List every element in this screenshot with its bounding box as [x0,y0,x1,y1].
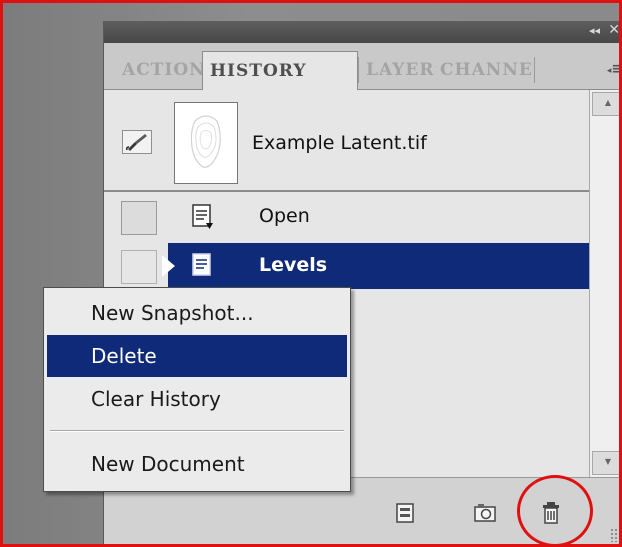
history-state-label: Levels [259,254,328,276]
scroll-up-arrow-icon[interactable]: ▲ [592,92,622,116]
tab-history[interactable]: HISTORY [202,51,358,90]
tab-separator [534,57,535,83]
collapse-panel-icon[interactable]: ◂◂ [589,24,600,37]
snapshot-name: Example Latent.tif [252,132,427,154]
panel-menu-icon[interactable]: ◂≡ [604,62,622,77]
panel-titlebar: ◂◂ ✕ [104,21,622,43]
tab-layers[interactable]: LAYERS [366,51,436,89]
history-state-slider-icon[interactable] [162,255,175,277]
camera-snapshot-icon[interactable] [472,500,498,526]
snapshot-row[interactable]: Example Latent.tif [104,90,590,192]
context-menu: New Snapshot... Delete Clear History New… [43,287,351,492]
tab-channels[interactable]: CHANNELS [440,51,532,89]
menu-item-new-document[interactable]: New Document [47,443,347,485]
document-icon [192,253,214,279]
trash-icon[interactable] [538,500,564,526]
menu-separator [50,430,344,432]
history-source-checkbox[interactable] [121,201,157,235]
snapshot-thumbnail [174,102,238,184]
vertical-scrollbar[interactable]: ▲ ▼ [589,90,622,477]
selected-state-highlight [168,243,590,289]
menu-item-clear-history[interactable]: Clear History [47,378,347,420]
brush-icon[interactable] [122,130,152,154]
history-state-levels[interactable]: Levels [104,243,590,289]
scroll-down-arrow-icon[interactable]: ▼ [592,451,622,475]
history-state-label: Open [259,205,310,227]
history-source-checkbox[interactable] [121,250,157,284]
close-icon[interactable]: ✕ [608,22,620,38]
menu-item-new-snapshot[interactable]: New Snapshot... [47,292,347,334]
tab-separator [358,57,359,83]
document-icon [192,204,214,230]
tab-actions[interactable]: ACTIONS [122,51,202,89]
menu-item-delete[interactable]: Delete [47,335,347,377]
resize-grip[interactable] [610,528,622,542]
history-state-open[interactable]: Open [104,194,590,240]
new-document-from-state-icon[interactable] [392,500,418,526]
panel-tabbar: ACTIONS HISTORY LAYERS CHANNELS ◂≡ [104,43,622,90]
